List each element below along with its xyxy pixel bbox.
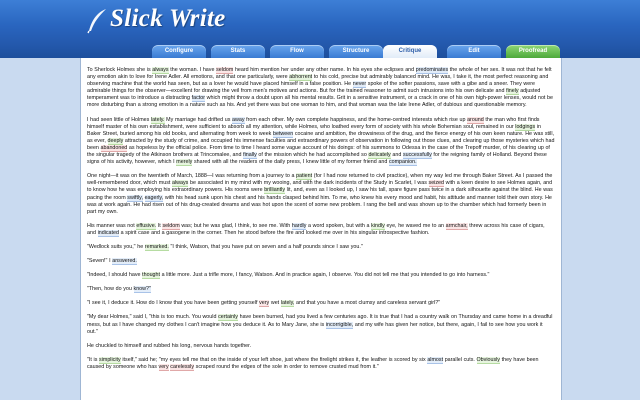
highlighted-word[interactable]: always [172, 180, 189, 188]
app-title: Slick Write [110, 5, 226, 32]
tab-proofread[interactable]: Proofread [506, 45, 560, 58]
highlighted-word[interactable]: brilliantly [264, 187, 285, 195]
highlighted-word[interactable]: hardly [291, 222, 307, 230]
paragraph: "My dear Holmes," said I, "this is too m… [87, 314, 553, 335]
highlighted-word[interactable]: companion. [388, 159, 417, 167]
highlighted-word[interactable]: eagerly, [144, 194, 164, 202]
highlighted-word[interactable]: remarked. [144, 243, 169, 251]
highlighted-word[interactable]: seldom [216, 67, 234, 74]
highlighted-word[interactable]: never [352, 81, 367, 89]
highlighted-word[interactable]: incorrigible, [325, 321, 354, 329]
quill-pen-icon [87, 9, 106, 34]
highlighted-word[interactable]: abandoned [100, 144, 128, 152]
tab-edit[interactable]: Edit [447, 45, 501, 58]
highlighted-word[interactable]: certainly [218, 314, 238, 322]
highlighted-word[interactable]: seldom [162, 222, 180, 230]
highlighted-word[interactable]: lately, [280, 300, 295, 308]
highlighted-word[interactable]: answered. [112, 258, 137, 266]
tab-configure[interactable]: Configure [152, 45, 206, 58]
highlighted-word[interactable]: around [467, 116, 484, 124]
highlighted-word[interactable]: always [152, 67, 169, 74]
highlighted-word[interactable]: thought [142, 272, 160, 280]
highlighted-word[interactable]: delicately [368, 152, 391, 160]
highlighted-word[interactable]: effusive. [136, 222, 157, 230]
highlighted-word[interactable]: lodgings [515, 123, 536, 131]
highlighted-word[interactable]: factor [191, 95, 206, 103]
highlighted-word[interactable]: swiftly, [127, 194, 143, 202]
tab-flow[interactable]: Flow [270, 45, 324, 58]
highlighted-word[interactable]: Obviously [476, 356, 500, 364]
highlighted-word[interactable]: deeply [107, 137, 124, 145]
highlighted-word[interactable]: patient [296, 173, 313, 181]
highlighted-word[interactable]: lately. [150, 116, 165, 124]
paragraph: One night—it was on the twentieth of Mar… [87, 173, 553, 215]
paragraph: "I see it, I deduce it. How do I know th… [87, 300, 441, 308]
paragraph: His manner was not effusive. It seldom w… [87, 222, 545, 237]
tab-structure[interactable]: Structure [329, 45, 383, 58]
highlighted-word[interactable]: successfully [402, 152, 432, 160]
highlighted-word[interactable]: carelessly [170, 363, 195, 371]
paragraph: I had seen little of Holmes lately. My m… [87, 116, 555, 167]
document-text: To Sherlock Holmes she is always the wom… [81, 58, 561, 371]
highlighted-word[interactable]: armchair, [445, 222, 468, 230]
highlighted-word[interactable]: merely [176, 159, 193, 167]
highlighted-word[interactable]: very [259, 300, 270, 308]
highlighted-word[interactable]: predominates [415, 67, 449, 74]
highlighted-word[interactable]: simplicity [99, 356, 121, 364]
paragraph: "Seven!" I answered. [87, 258, 137, 266]
paragraph: "Wedlock suits you," he remarked. "I thi… [87, 243, 363, 251]
paragraph: "Then, how do you know?" [87, 286, 151, 294]
app-header: Slick Write [0, 0, 640, 44]
tab-critique[interactable]: Critique [383, 45, 437, 58]
paragraph: "It is simplicity itself," said he; "my … [87, 356, 539, 371]
highlighted-word[interactable]: finely [506, 88, 519, 96]
highlighted-word[interactable]: indicated [97, 229, 119, 237]
paragraph: "Indeed, I should have thought a little … [87, 272, 490, 280]
highlighted-word[interactable]: finally [243, 152, 257, 160]
document-panel[interactable]: To Sherlock Holmes she is always the wom… [80, 58, 562, 400]
highlighted-word[interactable]: know?" [133, 286, 151, 294]
highlighted-word[interactable]: kindly [371, 222, 385, 230]
highlighted-word[interactable]: between [273, 130, 294, 138]
highlighted-word[interactable]: abhorrent [289, 74, 313, 82]
paragraph: To Sherlock Holmes she is always the wom… [87, 67, 553, 109]
tab-stats[interactable]: Stats [211, 45, 265, 58]
paragraph: He chuckled to himself and rubbed his lo… [87, 342, 252, 349]
highlighted-word[interactable]: very [158, 363, 169, 371]
highlighted-word[interactable]: seized [428, 180, 444, 188]
highlighted-word[interactable]: away [232, 116, 245, 124]
highlighted-word[interactable]: almost [427, 356, 444, 364]
